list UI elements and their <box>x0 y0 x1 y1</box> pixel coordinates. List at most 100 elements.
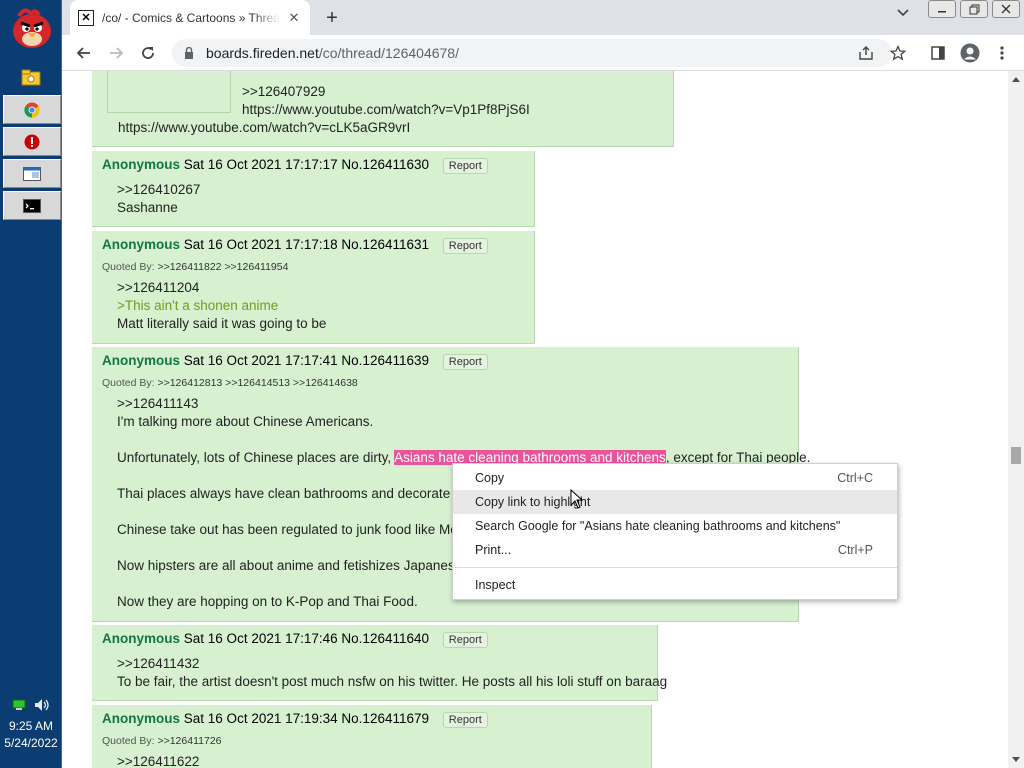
tab-close-icon[interactable]: ✕ <box>286 10 302 26</box>
system-tray <box>0 695 62 715</box>
menu-item-copy-link-to-highlight[interactable]: Copy link to highlight <box>453 490 897 514</box>
chrome-icon <box>24 102 40 118</box>
taskbar-stop-button[interactable] <box>3 127 61 156</box>
star-icon <box>890 45 906 61</box>
address-bar[interactable]: boards.fireden.net/co/thread/126404678/ <box>172 39 892 67</box>
close-window-button[interactable] <box>992 0 1020 18</box>
quote-link[interactable]: >>126411204 <box>117 279 326 297</box>
menu-item-search-google[interactable]: Search Google for "Asians hate cleaning … <box>453 514 897 538</box>
quoted-by-label: Quoted By: <box>102 735 155 747</box>
mouse-pointer-icon <box>570 489 584 509</box>
post-number[interactable]: No.126411630 <box>341 157 429 172</box>
menu-item-inspect[interactable]: Inspect <box>453 573 897 597</box>
post: >>126407929 https://www.youtube.com/watc… <box>92 71 674 147</box>
profile-button[interactable] <box>960 43 980 63</box>
report-button[interactable]: Report <box>442 158 488 174</box>
report-button[interactable]: Report <box>442 354 488 370</box>
tab-strip: ✕ /co/ - Comics & Cartoons » Thread #126… <box>62 0 1024 35</box>
quote-link[interactable]: >>126411622 <box>117 753 199 768</box>
taskbar-chrome-button[interactable] <box>3 95 61 124</box>
post-date: Sat 16 Oct 2021 17:17:46 <box>183 631 338 646</box>
network-icon[interactable] <box>12 699 26 711</box>
folder-icon[interactable] <box>21 68 41 86</box>
post-body: >>126410267 Sashanne <box>117 181 200 217</box>
scrollbar-thumb[interactable] <box>1011 447 1021 464</box>
post-date: Sat 16 Oct 2021 17:17:41 <box>183 353 338 368</box>
menu-item-print[interactable]: Print... Ctrl+P <box>453 538 897 562</box>
report-button[interactable]: Report <box>442 712 488 728</box>
post-number[interactable]: No.126411679 <box>341 711 429 726</box>
reload-button[interactable] <box>136 41 160 65</box>
tab-search-chevron-icon[interactable] <box>896 8 910 18</box>
bookmark-star-button[interactable] <box>888 43 908 63</box>
web-page: >>126407929 https://www.youtube.com/watc… <box>62 71 1008 768</box>
post-date: Sat 16 Oct 2021 17:19:34 <box>183 711 338 726</box>
post-body: >>126411432 To be fair, the artist doesn… <box>117 655 667 691</box>
post-number[interactable]: No.126411631 <box>341 237 429 252</box>
scroll-down-arrow-icon[interactable] <box>1012 757 1020 762</box>
post-link[interactable]: https://www.youtube.com/watch?v=Vp1Pf8Pj… <box>242 101 530 119</box>
menu-item-label: Print... <box>475 543 512 557</box>
quote-link[interactable]: >>126410267 <box>117 181 200 199</box>
url-text: boards.fireden.net/co/thread/126404678/ <box>206 45 459 61</box>
chrome-menu-button[interactable] <box>992 43 1012 63</box>
post-header: Anonymous Sat 16 Oct 2021 17:17:17 No.12… <box>102 157 488 174</box>
minimize-button[interactable] <box>928 0 956 18</box>
new-tab-button[interactable]: + <box>320 6 344 30</box>
menu-item-copy[interactable]: Copy Ctrl+C <box>453 466 897 490</box>
stop-icon <box>24 134 40 149</box>
post-header: Anonymous Sat 16 Oct 2021 17:17:41 No.12… <box>102 353 488 370</box>
post-number[interactable]: No.126411639 <box>341 353 429 368</box>
profile-avatar-icon <box>960 43 980 63</box>
site-favicon-icon: ✕ <box>78 9 94 26</box>
report-button[interactable]: Report <box>442 632 488 648</box>
side-panel-button[interactable] <box>928 43 948 63</box>
minimize-icon <box>938 11 946 13</box>
taskbar-window-button[interactable] <box>3 159 61 188</box>
taskbar-terminal-button[interactable] <box>3 191 61 220</box>
post: Anonymous Sat 16 Oct 2021 17:17:46 No.12… <box>92 625 667 701</box>
report-button[interactable]: Report <box>442 238 488 254</box>
quoted-by: Quoted By: >>126411726 <box>102 735 222 747</box>
quoted-by-links[interactable]: >>126412813 >>126414513 >>126414638 <box>157 377 357 389</box>
tab-active[interactable]: ✕ /co/ - Comics & Cartoons » Thread #126… <box>70 0 310 35</box>
post-thumbnail[interactable] <box>107 71 231 113</box>
quoted-by-links[interactable]: >>126411822 >>126411954 <box>157 261 288 273</box>
menu-item-shortcut: Ctrl+C <box>837 471 873 485</box>
poster-name: Anonymous <box>102 237 181 252</box>
post: Anonymous Sat 16 Oct 2021 17:17:17 No.12… <box>92 151 535 227</box>
post-text-segment: Unfortunately, lots of Chinese places ar… <box>117 450 395 465</box>
clock-time: 9:25 AM <box>8 719 54 733</box>
quote-link[interactable]: >>126411143 <box>117 395 810 413</box>
quoted-by-links[interactable]: >>126411726 <box>157 735 221 747</box>
post-header: Anonymous Sat 16 Oct 2021 17:17:18 No.12… <box>102 237 488 254</box>
page-scrollbar[interactable] <box>1008 71 1024 768</box>
post-number[interactable]: No.126411640 <box>341 631 429 646</box>
browser-toolbar: boards.fireden.net/co/thread/126404678/ <box>62 35 1024 71</box>
quote-link[interactable]: >>126411432 <box>117 655 667 673</box>
menu-item-shortcut: Ctrl+P <box>837 543 873 557</box>
window-icon <box>23 166 41 181</box>
restore-button[interactable] <box>960 0 988 18</box>
poster-name: Anonymous <box>102 711 181 726</box>
url-host: boards.fireden.net <box>206 45 319 61</box>
poster-name: Anonymous <box>102 631 181 646</box>
forward-button[interactable] <box>104 41 128 65</box>
side-panel-icon <box>931 46 945 60</box>
taskbar-clock[interactable]: 9:25 AM 5/24/2022 <box>0 718 62 752</box>
menu-item-label: Search Google for "Asians hate cleaning … <box>475 519 841 533</box>
lock-icon[interactable] <box>184 47 194 59</box>
quote-link[interactable]: >>126407929 <box>242 83 530 101</box>
back-button[interactable] <box>72 41 96 65</box>
quoted-by-label: Quoted By: <box>102 377 155 389</box>
share-button[interactable] <box>856 43 876 63</box>
post-link[interactable]: https://www.youtube.com/watch?v=cLK5aGR9… <box>118 119 410 137</box>
context-menu: Copy Ctrl+C Copy link to highlight Searc… <box>452 463 898 600</box>
kebab-menu-icon <box>1000 46 1004 60</box>
menu-item-label: Copy <box>475 471 505 485</box>
volume-icon[interactable] <box>34 698 50 712</box>
scroll-up-arrow-icon[interactable] <box>1012 77 1020 82</box>
post-header: Anonymous Sat 16 Oct 2021 17:19:34 No.12… <box>102 711 488 728</box>
poster-name: Anonymous <box>102 157 181 172</box>
angry-bird-icon[interactable] <box>9 4 55 50</box>
